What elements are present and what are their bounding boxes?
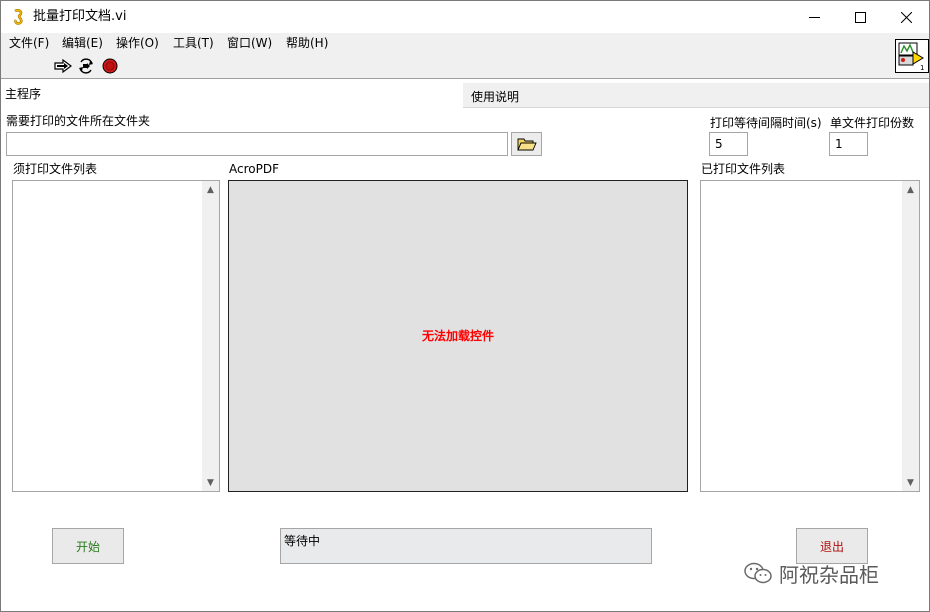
wechat-icon [744,562,772,584]
watermark: 阿祝杂品柜 [743,557,879,589]
title-bar[interactable]: 批量打印文档.vi [1,1,929,33]
todo-list-label: 须打印文件列表 [13,162,98,176]
done-file-list[interactable]: ▲ ▼ [700,180,920,492]
acropdf-control: 无法加载控件 [228,180,688,492]
todo-file-list[interactable]: ▲ ▼ [12,180,220,492]
wait-interval-label: 打印等待间隔时间(s) [710,116,822,130]
vi-icon[interactable]: 1 [895,39,929,73]
scroll-down-arrow-icon[interactable]: ▼ [902,474,919,491]
scroll-up-arrow-icon[interactable]: ▲ [202,181,219,198]
minimize-button[interactable] [791,1,837,33]
run-continuously-button[interactable] [77,58,95,74]
app-window: 批量打印文档.vi 文件(F) 编辑(E) 操作(O) 工具(T) 窗口(W) … [0,0,930,612]
scroll-up-arrow-icon[interactable]: ▲ [902,181,919,198]
abort-button[interactable] [101,58,119,74]
scroll-down-arrow-icon[interactable]: ▼ [202,474,219,491]
done-list-label: 已打印文件列表 [701,162,786,176]
copies-input[interactable]: 1 [829,132,868,156]
vi-connector-icon: 1 [898,42,924,72]
menu-window[interactable]: 窗口(W) [227,35,272,51]
open-folder-icon [516,138,537,151]
menu-help[interactable]: 帮助(H) [286,35,328,51]
menu-edit[interactable]: 编辑(E) [62,35,103,51]
status-indicator: 等待中 [280,528,652,564]
watermark-text: 阿祝杂品柜 [779,562,879,587]
menu-file[interactable]: 文件(F) [9,35,49,51]
run-continuously-icon [79,58,93,74]
maximize-button[interactable] [837,1,883,33]
close-icon [900,11,912,23]
window-title: 批量打印文档.vi [33,9,127,24]
maximize-icon [854,11,866,23]
menu-bar: 文件(F) 编辑(E) 操作(O) 工具(T) 窗口(W) 帮助(H) [1,33,929,53]
tab-instructions-label: 使用说明 [471,90,520,104]
tab-main-program[interactable]: 主程序 [1,80,463,108]
menu-tools[interactable]: 工具(T) [173,35,214,51]
tab-strip: 主程序 使用说明 [1,80,929,108]
done-list-scrollbar[interactable]: ▲ ▼ [902,181,919,491]
start-button[interactable]: 开始 [52,528,124,564]
abort-icon [102,58,118,74]
browse-folder-button[interactable] [511,132,542,156]
folder-path-input[interactable] [6,132,508,156]
labview-app-icon [14,9,23,25]
close-button[interactable] [883,1,929,33]
menu-operate[interactable]: 操作(O) [116,35,159,51]
toolbar [1,53,929,79]
run-arrow-icon [54,59,72,73]
copies-label: 单文件打印份数 [830,116,915,130]
acropdf-label: AcroPDF [229,162,279,176]
tab-instructions[interactable]: 使用说明 [463,83,929,108]
todo-list-scrollbar[interactable]: ▲ ▼ [202,181,219,491]
minimize-icon [808,16,820,18]
run-button[interactable] [54,58,72,74]
vi-icon-badge: 1 [920,64,924,72]
control-load-error: 无法加载控件 [421,329,494,343]
wait-interval-input[interactable]: 5 [709,132,748,156]
folder-label: 需要打印的文件所在文件夹 [6,114,151,128]
tab-main-program-label: 主程序 [5,87,42,101]
